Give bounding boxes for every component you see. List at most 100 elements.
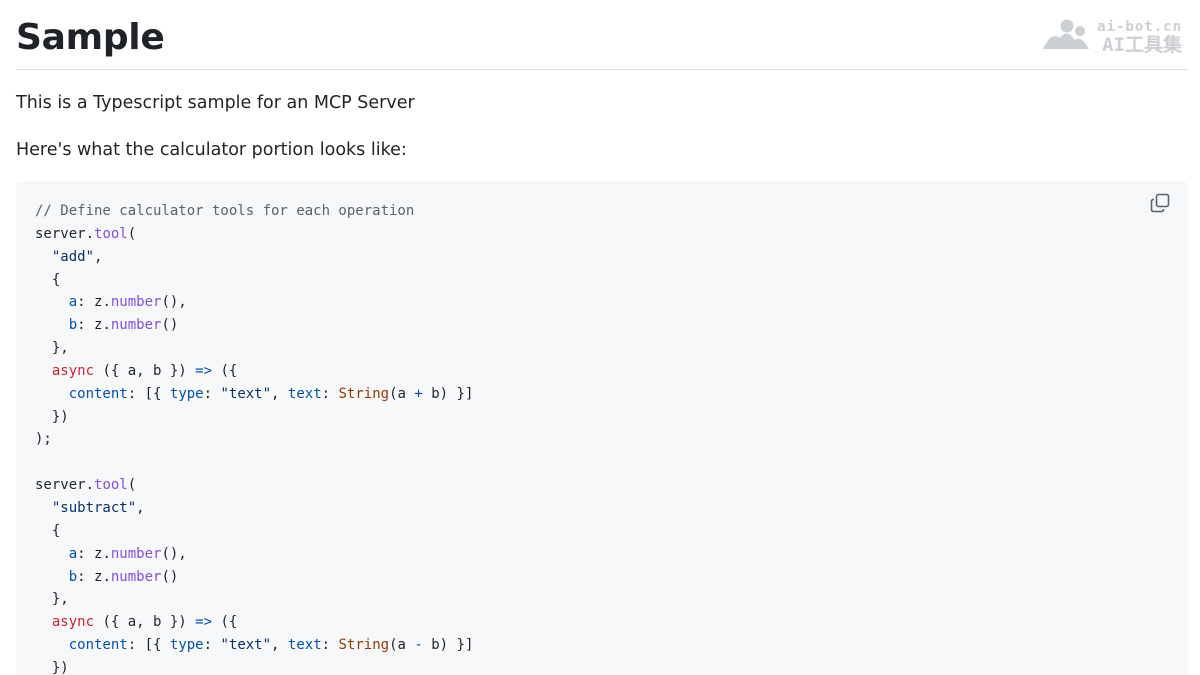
code-line: async ({ a, b }) => ({ [35,611,473,634]
code-line: }, [35,588,473,611]
code-token-plain: (a [389,637,415,654]
code-token-plain: : z. [77,294,111,311]
code-token-func: number [110,294,162,311]
code-line: b: z.number() [35,566,473,589]
code-token-plain: : z. [77,568,111,585]
code-line: ); [35,428,473,451]
code-token-prop: content [68,385,128,402]
code-token-prop: b [68,568,78,585]
code-token-plain: ); [35,431,52,448]
code-line: content: [{ type: "text", text: String(a… [35,634,474,657]
code-token-plain: : [203,385,221,402]
intro-text: This is a Typescript sample for an MCP S… [16,93,415,113]
code-token-plain: b) }] [422,637,474,654]
copy-icon [1150,193,1170,217]
code-token-plain: }) [35,659,69,675]
code-token-plain: : [203,637,221,654]
code-token-string: "text" [220,385,272,402]
code-line: b: z.number() [35,314,473,337]
code-token-keyword: async [51,614,95,631]
watermark-url: ai-bot.cn [1097,18,1182,35]
code-token-plain: (), [161,294,187,311]
page: Sample ai-bot.cn AI工具集 This is a Typescr… [0,0,1200,675]
code-line: "add", [35,246,473,269]
code-token-plain: { [35,522,61,539]
code-line: async ({ a, b }) => ({ [35,360,473,383]
code-token-plain: }, [35,340,69,357]
code-line: { [35,269,473,292]
code-token-plain: ( [127,225,137,242]
code-token-op: - [414,637,423,654]
code-token-op: => [195,362,213,379]
code-token-func: number [110,317,162,334]
code-token-plain: () [161,317,179,334]
code-token-string: "subtract" [51,499,137,516]
code-token-string: "add" [51,248,95,265]
code-content: // Define calculator tools for each oper… [35,200,473,675]
code-block: // Define calculator tools for each oper… [16,181,1188,675]
code-token-plain: , [94,248,103,265]
code-line: }, [35,337,473,360]
code-line: { [35,520,473,543]
code-token-plain: ({ [212,614,238,631]
code-token-builtin: String [338,385,390,402]
code-line: server.tool( [35,474,473,497]
code-token-plain: : [{ [127,637,170,654]
code-token-prop: content [68,637,128,654]
code-line: server.tool( [35,223,473,246]
code-token-func: number [110,545,162,562]
code-token-plain: : z. [77,545,111,562]
code-token-func: number [110,568,162,585]
copy-button[interactable] [1148,193,1172,217]
code-token-plain: ({ a, b }) [94,614,196,631]
code-token-plain: server. [35,477,95,494]
code-token-plain: ( [127,477,137,494]
code-token-plain: }) [35,408,69,425]
code-token-prop: b [68,317,78,334]
page-title: Sample [16,17,165,58]
code-token-keyword: async [51,362,95,379]
code-token-plain: , [136,499,145,516]
code-token-prop: a [68,294,78,311]
code-line: a: z.number(), [35,291,473,314]
code-token-plain: (), [161,545,187,562]
lead-text: Here's what the calculator portion looks… [16,140,407,160]
watermark-logo-icon [1041,18,1091,56]
watermark-name: AI工具集 [1102,33,1182,56]
code-line: }) [35,406,473,429]
code-line: a: z.number(), [35,543,473,566]
code-line: content: [{ type: "text", text: String(a… [35,383,474,406]
watermark: ai-bot.cn AI工具集 [1041,18,1182,56]
code-line: }) [35,657,473,675]
code-token-prop: type [169,385,204,402]
code-token-prop: a [68,545,78,562]
code-token-func: tool [94,477,128,494]
code-token-plain: , [271,385,288,402]
code-token-plain: : z. [77,317,111,334]
code-token-comment: // Define calculator tools for each oper… [35,203,415,219]
code-token-string: "text" [220,637,272,654]
code-token-plain: ({ [212,362,238,379]
code-token-plain: : [321,385,339,402]
code-token-plain: (a [389,385,415,402]
code-token-builtin: String [338,637,390,654]
code-token-plain: { [35,271,61,288]
code-token-prop: text [287,385,322,402]
heading-row: Sample ai-bot.cn AI工具集 [16,0,1188,70]
code-token-plain: server. [35,225,95,242]
code-token-op: => [195,614,213,631]
code-token-op: + [414,385,423,402]
code-line: // Define calculator tools for each oper… [35,200,473,223]
code-token-plain: ({ a, b }) [94,362,196,379]
code-token-plain: : [{ [127,385,170,402]
